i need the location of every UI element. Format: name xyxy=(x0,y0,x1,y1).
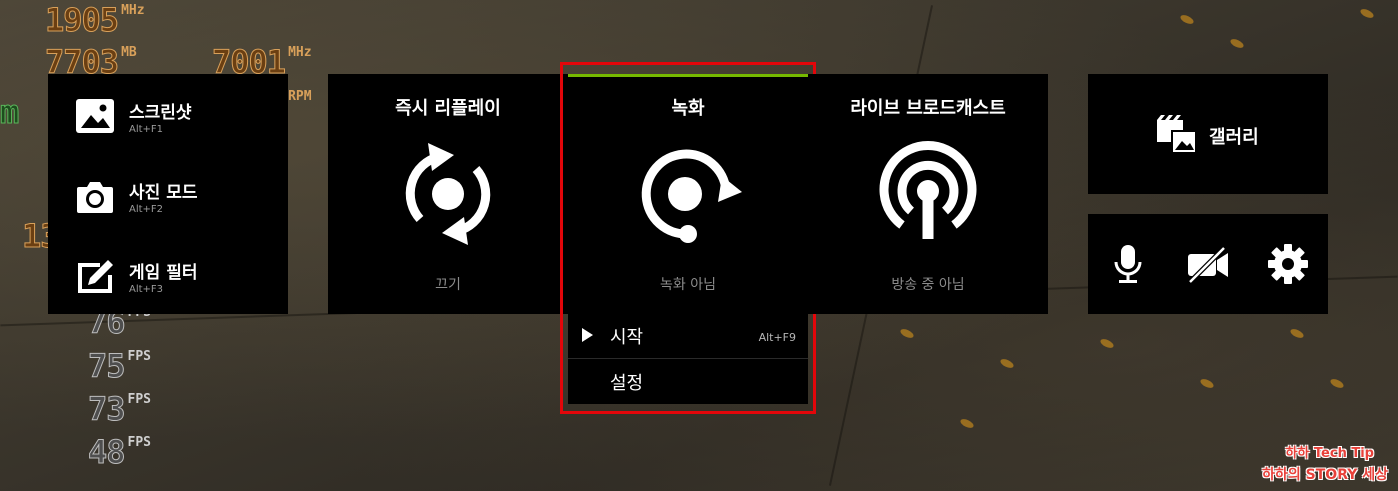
leaf-decoration xyxy=(1359,7,1375,20)
leaf-decoration xyxy=(999,357,1015,370)
record-active-bar xyxy=(568,74,808,77)
record-settings-label: 설정 xyxy=(610,373,644,394)
record-tile[interactable]: 녹화 녹화 아님 xyxy=(568,74,808,314)
gallery-icon xyxy=(1157,115,1195,152)
photo-mode-label: 사진 모드 xyxy=(129,183,198,203)
photo-mode-button[interactable]: 사진 모드 Alt+F2 xyxy=(48,166,288,226)
filter-edit-icon xyxy=(78,260,113,293)
leaf-decoration xyxy=(1329,377,1345,390)
quick-tools-panel xyxy=(1088,214,1328,314)
game-filter-hotkey: Alt+F3 xyxy=(129,284,164,295)
leaf-decoration xyxy=(1199,377,1215,390)
leaf-decoration xyxy=(899,327,915,340)
settings-button[interactable] xyxy=(1266,242,1310,286)
instant-replay-status: 끄기 xyxy=(435,277,461,293)
microphone-button[interactable] xyxy=(1106,242,1150,286)
fps-stat: 75 FPS xyxy=(88,347,152,385)
play-icon xyxy=(582,328,593,342)
watermark-line2: 하하의 STORY 세상 xyxy=(1262,467,1388,483)
camera-icon xyxy=(77,182,113,213)
record-settings-button[interactable]: 설정 xyxy=(568,360,808,404)
gallery-button[interactable]: 갤러리 xyxy=(1088,74,1328,194)
gallery-label: 갤러리 xyxy=(1209,127,1259,148)
fps-stat: 48 FPS xyxy=(88,433,152,471)
fps-stat: 73 FPS xyxy=(88,390,152,428)
leaf-decoration xyxy=(1229,37,1245,50)
camera-off-icon xyxy=(1188,246,1228,284)
broadcast-icon xyxy=(879,141,977,239)
microphone-icon xyxy=(1114,245,1142,283)
photo-mode-hotkey: Alt+F2 xyxy=(129,204,164,215)
leaf-decoration xyxy=(959,417,975,430)
instant-replay-icon xyxy=(405,143,491,245)
record-start-label: 시작 xyxy=(610,327,644,348)
broadcast-status: 방송 중 아님 xyxy=(891,277,965,293)
menu-divider xyxy=(568,358,808,359)
camera-toggle-button[interactable] xyxy=(1186,242,1230,286)
watermark-line1: 하하 Tech Tip xyxy=(1285,446,1374,461)
image-icon xyxy=(76,99,114,133)
overlay-fragment: m xyxy=(0,93,20,131)
capture-options-panel: 스크린샷 Alt+F1 사진 모드 Alt+F2 게임 필터 Alt+F3 xyxy=(48,74,288,314)
record-menu: 시작 Alt+F9 설정 xyxy=(568,314,808,404)
broadcast-title: 라이브 브로드캐스트 xyxy=(850,98,1006,119)
game-filter-label: 게임 필터 xyxy=(129,263,198,283)
screenshot-label: 스크린샷 xyxy=(129,103,192,123)
screenshot-hotkey: Alt+F1 xyxy=(129,124,164,135)
record-icon xyxy=(641,149,742,243)
gpu-clock-stat: 1905 MHz xyxy=(44,1,145,39)
broadcast-tile[interactable]: 라이브 브로드캐스트 방송 중 아님 xyxy=(808,74,1048,314)
record-start-button[interactable]: 시작 Alt+F9 xyxy=(568,314,808,358)
instant-replay-title: 즉시 리플레이 xyxy=(395,98,501,119)
record-status: 녹화 아님 xyxy=(660,277,716,293)
record-start-hotkey: Alt+F9 xyxy=(758,331,796,344)
record-title: 녹화 xyxy=(671,98,705,119)
leaf-decoration xyxy=(1289,327,1305,340)
screenshot-button[interactable]: 스크린샷 Alt+F1 xyxy=(48,86,288,146)
leaf-decoration xyxy=(1099,337,1115,350)
gear-icon xyxy=(1268,244,1308,284)
leaf-decoration xyxy=(1179,13,1195,26)
instant-replay-tile[interactable]: 즉시 리플레이 끄기 xyxy=(328,74,568,314)
game-filter-button[interactable]: 게임 필터 Alt+F3 xyxy=(48,246,288,306)
